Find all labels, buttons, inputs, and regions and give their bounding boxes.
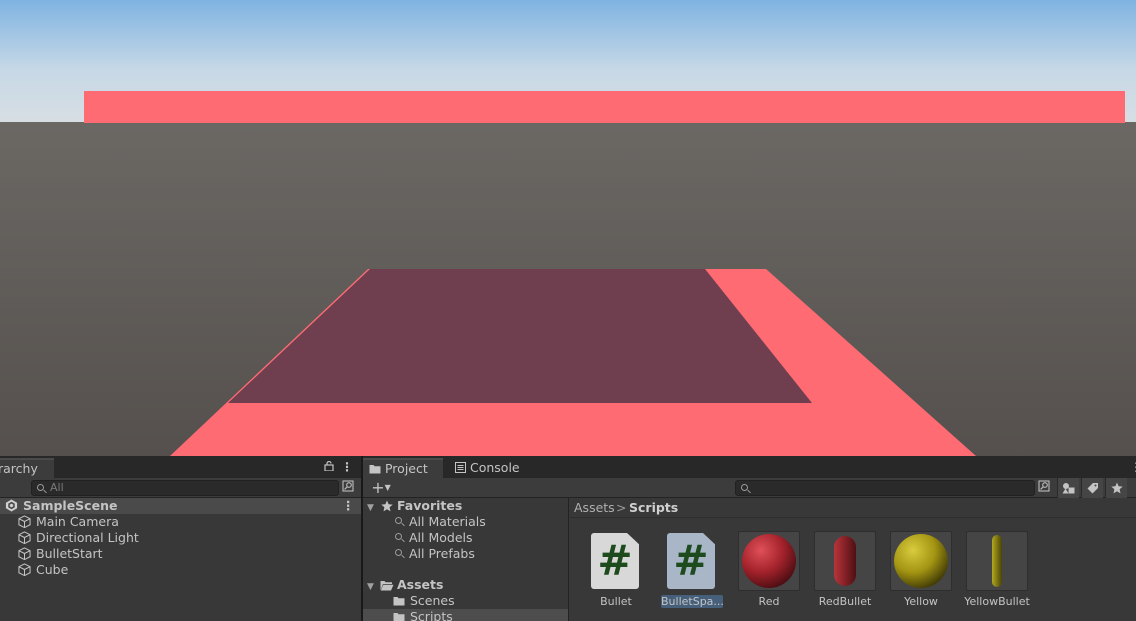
search-icon xyxy=(394,533,406,545)
red-sphere-icon xyxy=(742,534,796,588)
search-placeholder: All xyxy=(50,481,64,494)
breadcrumb-scripts[interactable]: Scripts xyxy=(629,500,678,516)
hierarchy-tabbar: rarchy ⋮ xyxy=(0,456,361,478)
hierarchy-item-label: Cube xyxy=(36,562,69,577)
yellow-thin-capsule-icon xyxy=(992,535,1002,587)
folder-icon xyxy=(393,597,405,606)
expand-arrow-icon[interactable]: ▼ xyxy=(367,582,374,592)
prefab-thumbnail xyxy=(814,531,876,591)
unity-scene-icon xyxy=(5,499,18,512)
add-asset-button[interactable]: +▼ xyxy=(368,479,394,496)
tab-hierarchy[interactable]: rarchy xyxy=(0,458,54,478)
assets-row[interactable]: ▼ Assets xyxy=(367,577,443,593)
prefab-thumbnail xyxy=(966,531,1028,591)
script-thumbnail: # xyxy=(585,531,647,591)
back-wall xyxy=(84,91,1125,123)
scene-view[interactable] xyxy=(0,0,1136,456)
project-search-input[interactable] xyxy=(735,480,1035,496)
asset-yellowbullet[interactable]: YellowBullet xyxy=(964,531,1030,611)
tab-console-label: Console xyxy=(469,460,520,475)
hierarchy-panel: rarchy ⋮ All SampleScene ⋮ Main Camera D… xyxy=(0,456,361,621)
asset-yellow[interactable]: Yellow xyxy=(890,531,952,611)
console-icon xyxy=(455,462,466,473)
plus-icon: + xyxy=(371,478,385,497)
search-icon xyxy=(741,484,748,491)
yellow-sphere-icon xyxy=(894,534,948,588)
expand-arrow-icon[interactable]: ▼ xyxy=(367,503,374,513)
favorite-item-label: All Prefabs xyxy=(409,546,475,561)
scene-canvas[interactable] xyxy=(0,0,1136,456)
asset-label: Red xyxy=(758,595,780,608)
gameobject-cube-icon xyxy=(18,531,31,544)
gameobject-cube-icon xyxy=(18,547,31,560)
folder-label: Scripts xyxy=(410,609,453,621)
star-icon xyxy=(381,500,393,512)
scene-menu-icon[interactable]: ⋮ xyxy=(342,498,355,514)
asset-bullet[interactable]: # Bullet xyxy=(585,531,647,611)
tab-console[interactable]: Console xyxy=(447,458,528,478)
project-folder-tree: ▼ Favorites All Materials All Models All… xyxy=(363,498,569,621)
favorites-row[interactable]: ▼ Favorites xyxy=(367,498,462,514)
chevron-down-icon: ▼ xyxy=(384,483,391,492)
filter-by-type-icon[interactable] xyxy=(1057,478,1079,498)
asset-bulletspawner[interactable]: # BulletSpa... xyxy=(661,531,724,611)
panel-menu-icon[interactable]: ⋮ xyxy=(1130,459,1136,475)
folder-label: Scenes xyxy=(410,593,455,608)
scene-row[interactable]: SampleScene ⋮ xyxy=(0,498,361,514)
hierarchy-search-input[interactable]: All xyxy=(31,480,339,496)
open-folder-icon xyxy=(380,581,394,591)
asset-label: YellowBullet xyxy=(964,595,1030,608)
hierarchy-item-label: BulletStart xyxy=(36,546,103,561)
asset-red[interactable]: Red xyxy=(738,531,800,611)
csharp-hash-icon: # xyxy=(597,536,633,585)
asset-label: Bullet xyxy=(600,595,632,608)
tab-hierarchy-label: rarchy xyxy=(0,461,38,476)
project-tabbar: Project Console ⋮ xyxy=(363,456,1136,478)
red-capsule-icon xyxy=(834,536,856,586)
filter-by-label-icon[interactable] xyxy=(1081,478,1103,498)
project-toolbar: +▼ xyxy=(363,478,1136,498)
favorites-label: Favorites xyxy=(397,498,463,513)
search-icon xyxy=(37,484,44,491)
script-thumbnail: # xyxy=(661,531,723,591)
csharp-hash-icon: # xyxy=(673,536,709,585)
hierarchy-toolbar: All xyxy=(0,478,361,498)
material-thumbnail xyxy=(890,531,952,591)
search-icon xyxy=(394,549,406,561)
folder-icon xyxy=(369,465,381,474)
kebab-menu-icon[interactable]: ⋮ xyxy=(341,459,353,475)
folder-scripts[interactable]: Scripts xyxy=(363,609,568,621)
tab-project-label: Project xyxy=(384,461,428,476)
assets-label: Assets xyxy=(397,577,444,592)
asset-label: Yellow xyxy=(904,595,938,608)
material-thumbnail xyxy=(738,531,800,591)
breadcrumb-assets[interactable]: Assets xyxy=(574,500,615,516)
asset-label: BulletSpa... xyxy=(661,595,724,608)
hierarchy-item-label: Main Camera xyxy=(36,514,119,529)
asset-redbullet[interactable]: RedBullet xyxy=(814,531,876,611)
lock-icon[interactable] xyxy=(323,459,335,475)
favorite-item-label: All Materials xyxy=(409,514,486,529)
gameobject-cube-icon xyxy=(18,515,31,528)
gameobject-cube-icon xyxy=(18,563,31,576)
folder-icon xyxy=(393,613,405,621)
hierarchy-item-label: Directional Light xyxy=(36,530,139,545)
scene-name: SampleScene xyxy=(23,498,118,513)
search-icon xyxy=(394,517,406,529)
tab-project[interactable]: Project xyxy=(363,458,443,478)
favorite-item-label: All Models xyxy=(409,530,473,545)
breadcrumb: Assets > Scripts xyxy=(570,498,1136,518)
star-favorites-icon[interactable] xyxy=(1105,478,1127,498)
scene-search-icon[interactable] xyxy=(341,480,355,496)
breadcrumb-separator-icon: > xyxy=(616,500,627,515)
asset-label: RedBullet xyxy=(818,595,872,608)
search-by-scene-icon[interactable] xyxy=(1037,480,1051,496)
